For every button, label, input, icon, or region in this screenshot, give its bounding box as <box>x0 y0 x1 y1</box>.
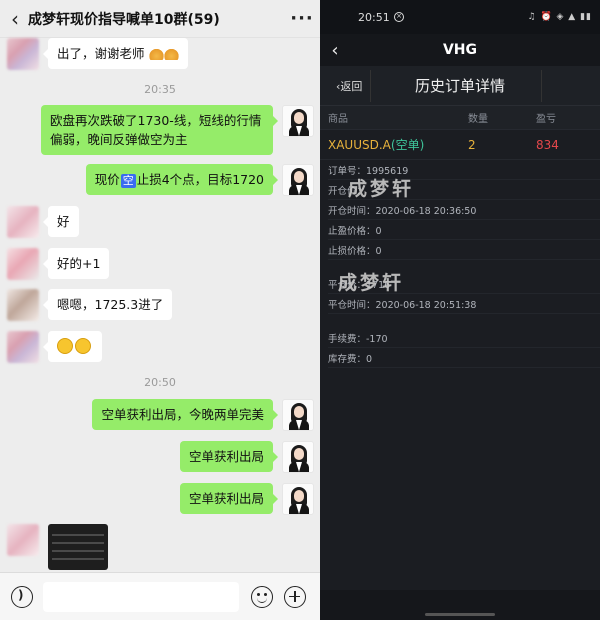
message-row: 空单获利出局 <box>0 441 320 473</box>
message-bubble[interactable]: 好 <box>43 206 79 237</box>
home-indicator <box>425 613 495 616</box>
column-qty: 数量 <box>468 114 488 125</box>
back-chevron-icon[interactable]: ‹ <box>2 7 28 31</box>
message-bubble[interactable]: 现价空止损4个点，目标1720 <box>85 164 279 195</box>
order-symbol: XAUUSD.A(空单) <box>328 138 425 152</box>
message-bubble[interactable]: 欧盘再次跌破了1730-线，短线的行情偏弱，晚间反弹做空为主 <box>41 105 278 155</box>
chat-input-bar <box>0 572 320 620</box>
message-row: 欧盘再次跌破了1730-线，短线的行情偏弱，晚间反弹做空为主 <box>0 105 320 155</box>
detail-storage: 库存费：0 <box>328 348 600 368</box>
trading-app-panel: 20:51 × ♫ ⏰ ◈ ▲ ▮▮ ‹ VHG ‹返回 历史订单详情 商品 数… <box>320 0 600 620</box>
chat-panel: ‹ 成梦轩现价指导喊单10群(59) ··· 出了，谢谢老师 20:35 欧盘再… <box>0 0 320 620</box>
message-text: 好的+1 <box>57 256 101 271</box>
order-pnl: 834 <box>536 137 559 152</box>
folded-hands-emoji-icon <box>148 47 164 60</box>
face-emoji-icon <box>57 338 73 354</box>
chat-title: 成梦轩现价指导喊单10群(59) <box>28 11 220 28</box>
face-emoji-icon <box>75 338 91 354</box>
status-time: 20:51 <box>358 10 390 24</box>
emoji-picker-icon[interactable] <box>251 585 273 608</box>
divider <box>370 70 371 102</box>
more-options-icon[interactable]: ··· <box>284 8 320 29</box>
back-chevron-icon[interactable]: ‹ <box>320 40 350 61</box>
message-input[interactable] <box>43 581 239 612</box>
message-text: 现价 <box>94 172 120 187</box>
folded-hands-emoji-icon <box>163 47 179 60</box>
message-row: 嗯嗯，1725.3进了 <box>0 289 320 321</box>
status-icons: ♫ ⏰ ◈ ▲ ▮▮ <box>527 12 592 22</box>
order-qty: 2 <box>468 137 476 152</box>
order-details: 订单号：1995619 开仓价： 开仓时间：2020-06-18 20:36:5… <box>320 160 600 368</box>
message-row: 现价空止损4个点，目标1720 <box>0 164 320 196</box>
image-message-thumbnail[interactable] <box>48 524 108 570</box>
message-text: 止损4个点，目标1720 <box>136 172 264 187</box>
chat-header: ‹ 成梦轩现价指导喊单10群(59) ··· <box>0 0 320 38</box>
message-bubble[interactable]: 空单获利出局 <box>179 483 279 514</box>
message-row: 空单获利出局，今晚两单完美 <box>0 399 320 431</box>
message-text: 空单获利出局 <box>188 449 264 464</box>
avatar[interactable] <box>7 289 39 321</box>
status-bar: 20:51 × ♫ ⏰ ◈ ▲ ▮▮ <box>320 0 600 34</box>
detail-open-time: 开仓时间：2020-06-18 20:36:50 <box>328 200 600 220</box>
message-text: 出了，谢谢老师 <box>57 46 145 61</box>
divider <box>541 70 542 102</box>
message-text: 欧盘再次跌破了1730-线，短线的行情偏弱，晚间反弹做空为主 <box>50 113 262 147</box>
avatar[interactable] <box>282 483 314 515</box>
sub-header: ‹返回 历史订单详情 <box>320 66 600 106</box>
avatar[interactable] <box>282 164 314 196</box>
kong-tag: 空 <box>120 174 136 188</box>
message-text: 空单获利出局，今晚两单完美 <box>101 407 264 422</box>
column-product: 商品 <box>328 114 348 125</box>
message-text: 嗯嗯，1725.3进了 <box>57 297 164 312</box>
message-row <box>0 524 320 570</box>
message-bubble[interactable]: 空单获利出局，今晚两单完美 <box>92 399 278 430</box>
column-pnl: 盈亏 <box>536 114 556 125</box>
timestamp: 20:50 <box>144 376 176 389</box>
avatar[interactable] <box>282 441 314 473</box>
message-list[interactable]: 出了，谢谢老师 20:35 欧盘再次跌破了1730-线，短线的行情偏弱，晚间反弹… <box>0 38 320 572</box>
detail-close-time: 平仓时间：2020-06-18 20:51:38 <box>328 294 600 314</box>
screenshot-composite: ‹ 成梦轩现价指导喊单10群(59) ··· 出了，谢谢老师 20:35 欧盘再… <box>0 0 600 620</box>
detail-tp: 止盈价格：0 <box>328 220 600 240</box>
notification-icon: × <box>394 12 404 22</box>
message-row <box>0 331 320 363</box>
detail-order-no: 订单号：1995619 <box>328 160 600 180</box>
order-direction: (空单) <box>390 138 425 152</box>
message-row: 好的+1 <box>0 248 320 280</box>
message-bubble[interactable]: 好的+1 <box>42 248 110 279</box>
footer-bar <box>320 590 600 620</box>
message-row: 好 <box>0 206 320 238</box>
detail-open-price: 开仓价： <box>328 180 600 200</box>
message-row: 出了，谢谢老师 <box>0 38 320 70</box>
avatar[interactable] <box>7 331 39 363</box>
detail-sl: 止损价格：0 <box>328 240 600 260</box>
message-bubble[interactable]: 空单获利出局 <box>179 441 279 472</box>
avatar[interactable] <box>7 524 39 556</box>
table-header: 商品 数量 盈亏 <box>320 106 600 130</box>
voice-input-icon[interactable] <box>11 585 33 608</box>
more-attachments-icon[interactable] <box>284 585 306 608</box>
avatar[interactable] <box>282 105 314 137</box>
message-bubble[interactable]: 嗯嗯，1725.3进了 <box>42 289 173 320</box>
order-row[interactable]: XAUUSD.A(空单) 2 834 <box>320 130 600 160</box>
message-text: 好 <box>57 214 70 229</box>
app-title: VHG <box>442 42 478 58</box>
avatar[interactable] <box>7 248 39 280</box>
timestamp: 20:35 <box>144 83 176 96</box>
avatar[interactable] <box>7 206 39 238</box>
message-text: 空单获利出局 <box>188 491 264 506</box>
message-bubble[interactable]: 出了，谢谢老师 <box>43 38 188 69</box>
avatar[interactable] <box>7 38 39 70</box>
return-label: 返回 <box>340 79 363 93</box>
message-bubble[interactable] <box>43 331 102 362</box>
avatar[interactable] <box>282 399 314 431</box>
return-button[interactable]: ‹返回 <box>320 78 380 94</box>
app-nav-bar: ‹ VHG <box>320 34 600 66</box>
detail-close-price: 平仓价：1716 <box>328 274 600 294</box>
detail-fee: 手续费：-170 <box>328 328 600 348</box>
message-row: 空单获利出局 <box>0 483 320 515</box>
